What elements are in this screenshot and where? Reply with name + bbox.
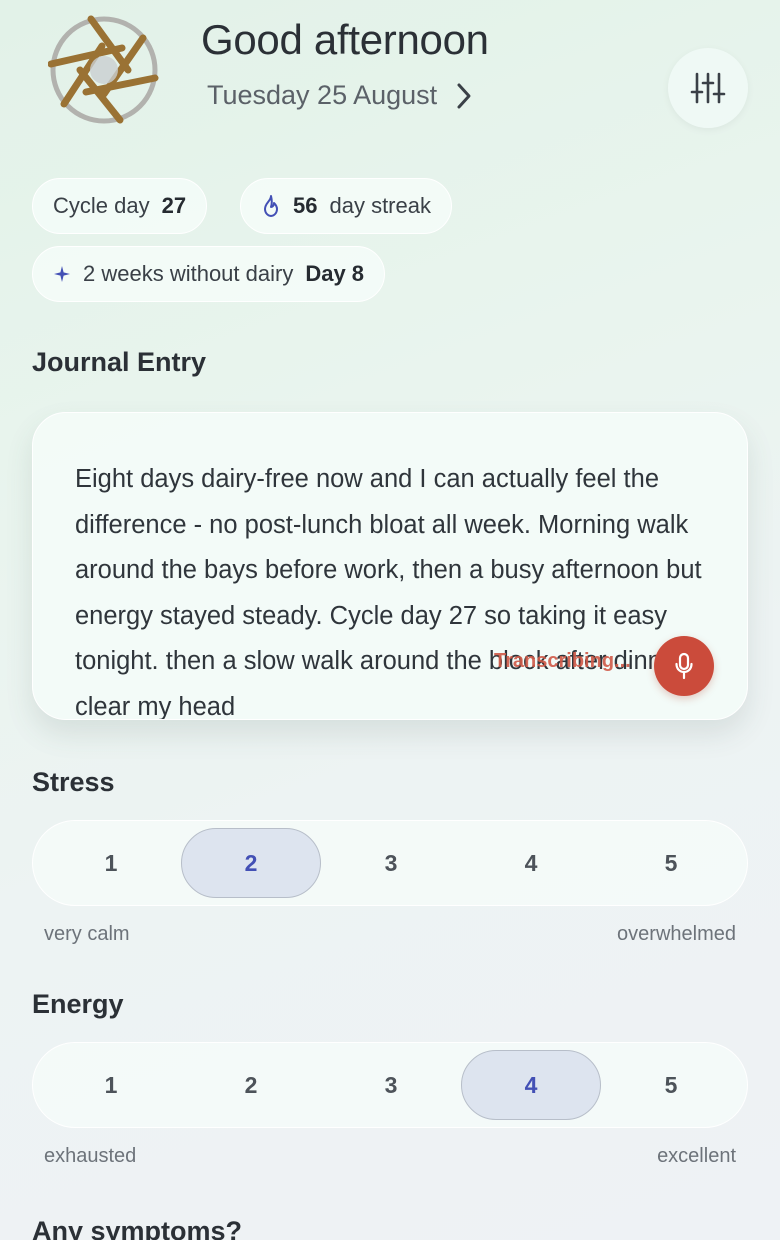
stress-option-2[interactable]: 2	[181, 828, 321, 898]
energy-option-2[interactable]: 2	[181, 1050, 321, 1120]
sliders-icon	[690, 72, 726, 104]
challenge-day: Day 8	[305, 261, 365, 286]
cycle-day-chip[interactable]: Cycle day 27	[32, 178, 208, 234]
energy-option-5[interactable]: 5	[601, 1050, 741, 1120]
flame-icon	[264, 195, 278, 217]
microphone-icon	[675, 652, 693, 680]
greeting-title: Good afternoon	[201, 16, 489, 63]
streak-label: day streak	[329, 193, 431, 218]
stress-max-label: overwhelmed	[617, 923, 736, 945]
transcribing-status: Transcribing...	[494, 650, 631, 672]
sparkle-icon	[54, 266, 70, 282]
pinwheel-logo-icon	[47, 15, 159, 124]
stress-option-4[interactable]: 4	[461, 828, 601, 898]
energy-option-4[interactable]: 4	[461, 1050, 601, 1120]
journal-entry-text[interactable]: Eight days dairy-free now and I can actu…	[75, 457, 715, 719]
stress-option-1[interactable]: 1	[41, 828, 181, 898]
streak-value: 56	[293, 193, 318, 218]
journal-entry-card[interactable]: Eight days dairy-free now and I can actu…	[32, 412, 748, 720]
streak-chip[interactable]: 56 day streak	[240, 178, 452, 234]
record-button[interactable]	[654, 636, 714, 696]
symptoms-section-title: Any symptoms?	[32, 1216, 243, 1240]
challenge-label: 2 weeks without dairy	[83, 261, 294, 286]
energy-max-label: excellent	[657, 1145, 736, 1167]
app-logo	[47, 14, 160, 126]
energy-option-1[interactable]: 1	[41, 1050, 181, 1120]
current-date: Tuesday 25 August	[207, 80, 438, 110]
energy-section-title: Energy	[32, 989, 124, 1019]
stress-scale: 1 2 3 4 5	[32, 820, 748, 906]
stress-option-3[interactable]: 3	[321, 828, 461, 898]
energy-option-3[interactable]: 3	[321, 1050, 461, 1120]
chevron-right-icon	[457, 83, 471, 108]
settings-button[interactable]	[668, 48, 748, 128]
date-selector[interactable]: Tuesday 25 August	[207, 80, 473, 111]
stress-section-title: Stress	[32, 767, 115, 797]
stress-option-5[interactable]: 5	[601, 828, 741, 898]
stress-min-label: very calm	[44, 923, 130, 945]
journal-section-title: Journal Entry	[32, 347, 207, 377]
energy-scale: 1 2 3 4 5	[32, 1042, 748, 1128]
cycle-day-label: Cycle day	[53, 193, 150, 218]
cycle-day-value: 27	[161, 193, 187, 218]
energy-min-label: exhausted	[44, 1145, 137, 1167]
challenge-chip[interactable]: 2 weeks without dairy Day 8	[32, 246, 386, 302]
